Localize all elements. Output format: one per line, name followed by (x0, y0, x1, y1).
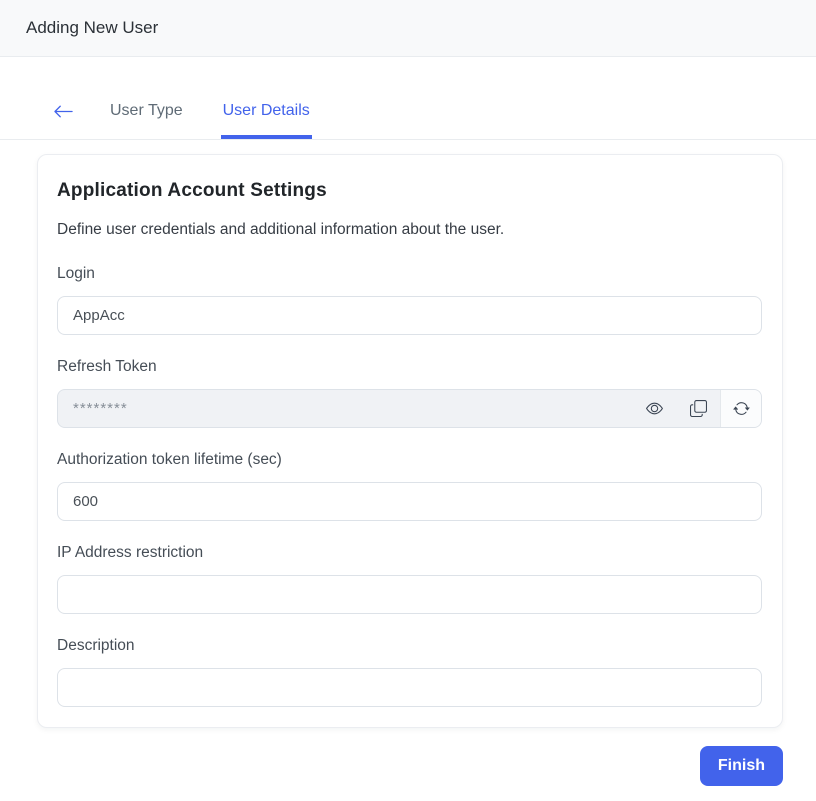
refresh-token-input-group: ******** (57, 389, 762, 428)
description-field-group: Description (57, 637, 762, 707)
ip-restriction-label: IP Address restriction (57, 544, 762, 562)
wizard-tabs: User Type User Details (0, 89, 816, 140)
show-token-button[interactable] (632, 390, 676, 427)
eye-icon (646, 400, 663, 417)
copy-token-button[interactable] (676, 390, 720, 427)
back-button[interactable] (47, 89, 80, 139)
application-account-settings-card: Application Account Settings Define user… (37, 154, 783, 728)
refresh-icon (733, 400, 750, 417)
footer-actions: Finish (37, 746, 783, 786)
description-label: Description (57, 637, 762, 655)
refresh-token-label: Refresh Token (57, 358, 762, 376)
login-field-group: Login (57, 265, 762, 335)
login-input[interactable] (57, 296, 762, 335)
ip-restriction-input[interactable] (57, 575, 762, 614)
page-title: Adding New User (26, 18, 158, 38)
arrow-left-icon (53, 101, 74, 122)
token-lifetime-field-group: Authorization token lifetime (sec) (57, 451, 762, 521)
ip-restriction-field-group: IP Address restriction (57, 544, 762, 614)
card-subtitle: Define user credentials and additional i… (57, 221, 762, 239)
token-lifetime-input[interactable] (57, 482, 762, 521)
copy-icon (690, 400, 707, 417)
finish-button[interactable]: Finish (700, 746, 783, 786)
refresh-token-masked-value: ******** (58, 390, 632, 427)
tab-user-type[interactable]: User Type (108, 89, 185, 139)
description-input[interactable] (57, 668, 762, 707)
login-label: Login (57, 265, 762, 283)
card-title: Application Account Settings (57, 180, 762, 202)
regenerate-token-button[interactable] (720, 390, 761, 427)
refresh-token-field-group: Refresh Token ******** (57, 358, 762, 428)
tab-user-details[interactable]: User Details (221, 89, 312, 139)
app-header: Adding New User (0, 0, 816, 57)
token-lifetime-label: Authorization token lifetime (sec) (57, 451, 762, 469)
